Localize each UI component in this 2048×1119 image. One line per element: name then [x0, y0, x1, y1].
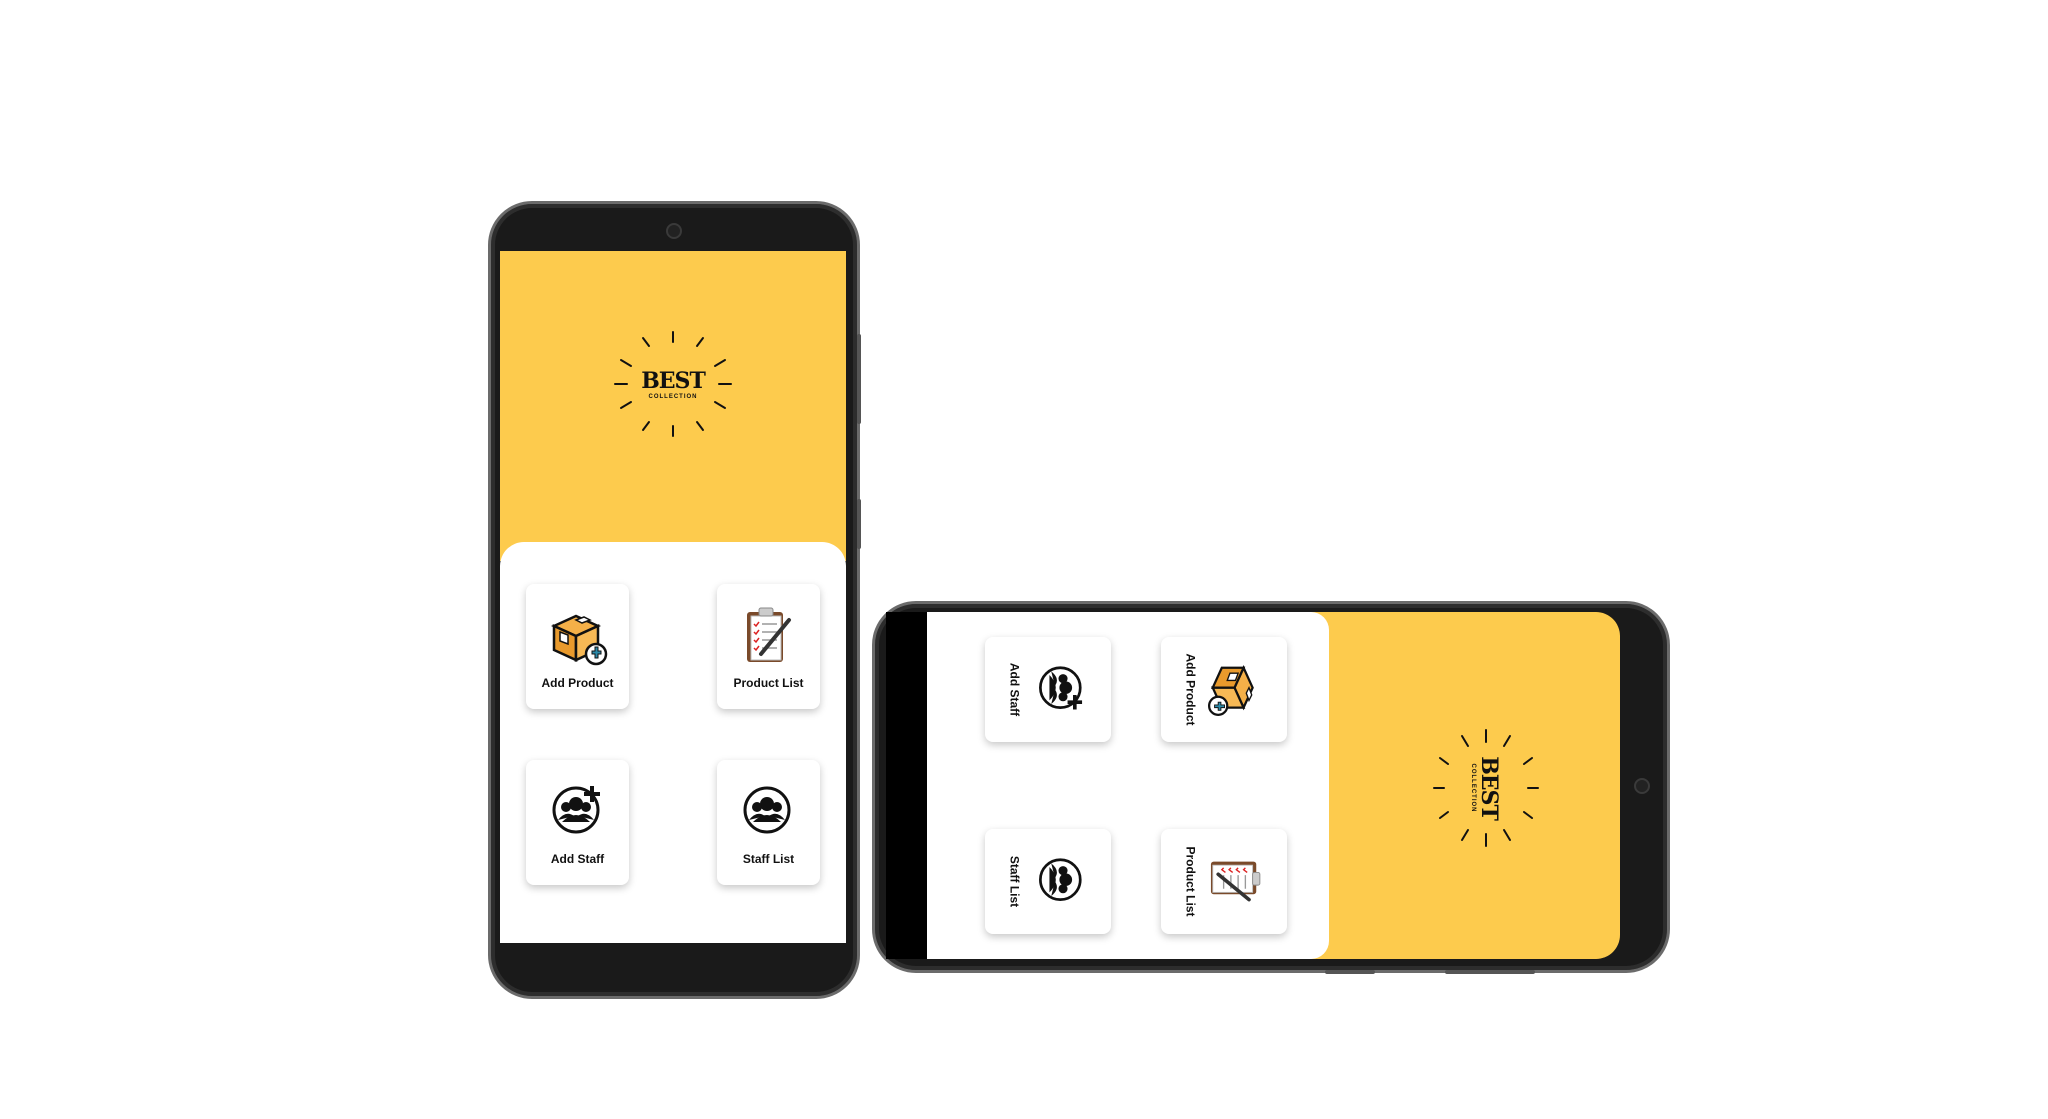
product-list-card[interactable]: Product List	[717, 584, 820, 709]
card-label: Add Staff	[1008, 662, 1022, 717]
add-staff-card[interactable]: Add Staff	[526, 760, 629, 885]
landscape-screen: BEST COLLECTION Add Staff Add Product St…	[886, 612, 1620, 959]
staff-list-card[interactable]: Staff List	[985, 829, 1111, 934]
side-button	[1325, 970, 1375, 974]
portrait-screen: BEST COLLECTION Add Product Product List…	[500, 251, 846, 943]
card-label: Staff List	[1008, 855, 1022, 908]
card-label: Add Staff	[550, 851, 605, 866]
clipboard-list-icon	[744, 605, 791, 664]
add-product-box-icon	[552, 614, 607, 665]
card-label: Product List	[1184, 846, 1198, 917]
add-staff-icon	[546, 780, 610, 844]
side-button	[857, 499, 861, 549]
card-label: Product List	[733, 675, 804, 690]
product-list-card[interactable]: Product List	[1161, 829, 1287, 934]
card-label: Add Product	[541, 675, 614, 690]
brand-name: BEST	[1476, 756, 1502, 820]
brand-logo: BEST COLLECTION	[1426, 728, 1546, 848]
brand-tagline: COLLECTION	[1470, 763, 1476, 813]
brand-logo: BEST COLLECTION	[613, 324, 733, 444]
staff-group-icon	[743, 786, 790, 833]
staff-group-icon	[1039, 858, 1083, 901]
side-button	[1445, 970, 1535, 974]
add-staff-icon	[1030, 661, 1088, 719]
add-product-box-icon	[1208, 666, 1255, 717]
brand-tagline: COLLECTION	[648, 394, 698, 400]
clipboard-list-icon	[1209, 859, 1263, 902]
add-staff-card[interactable]: Add Staff	[985, 637, 1111, 742]
card-label: Add Product	[1184, 653, 1198, 726]
side-button	[857, 334, 861, 424]
brand-name: BEST	[641, 368, 706, 394]
front-camera	[666, 223, 682, 239]
add-product-card[interactable]: Add Product	[1161, 637, 1287, 742]
staff-list-card[interactable]: Staff List	[717, 760, 820, 885]
card-label: Staff List	[742, 851, 795, 866]
front-camera	[1634, 778, 1650, 794]
add-product-card[interactable]: Add Product	[526, 584, 629, 709]
